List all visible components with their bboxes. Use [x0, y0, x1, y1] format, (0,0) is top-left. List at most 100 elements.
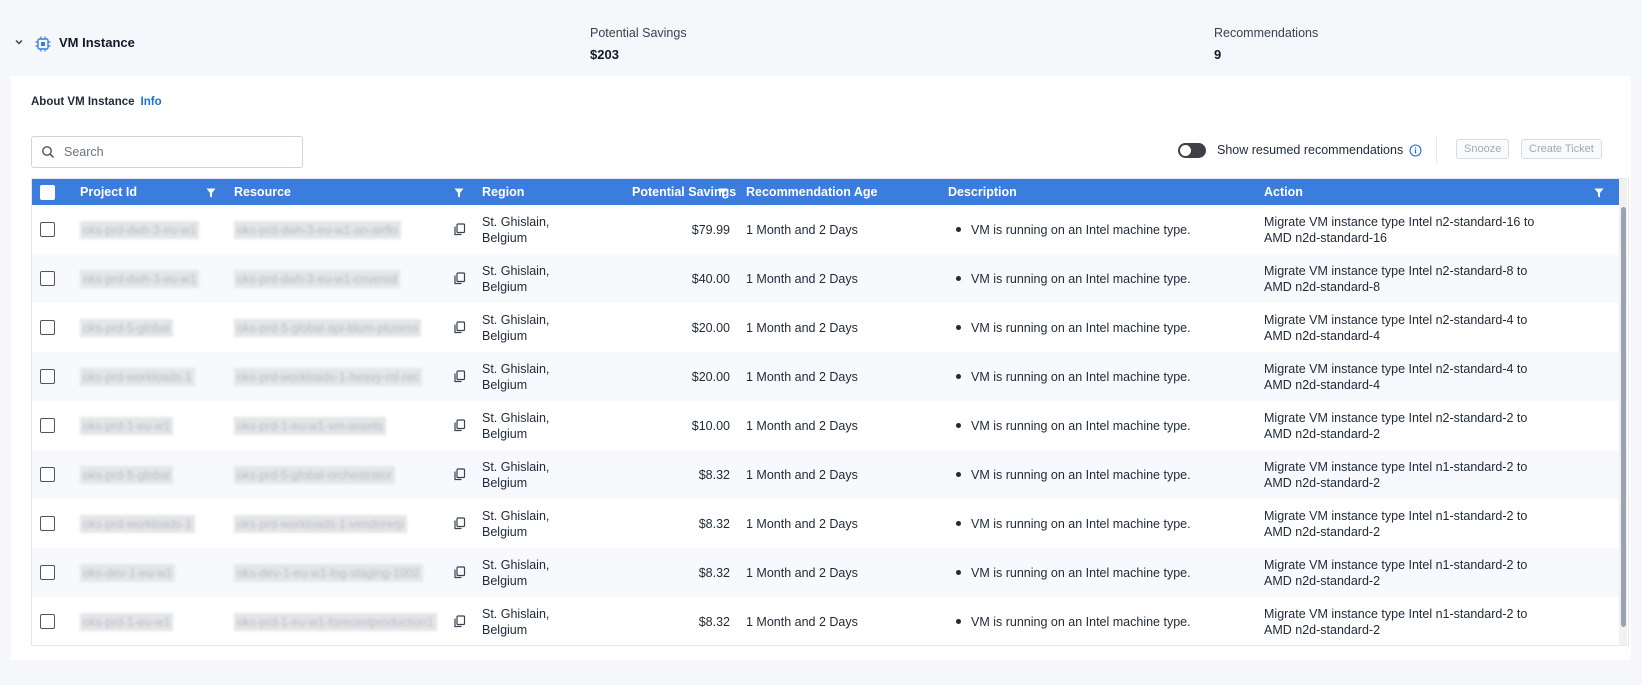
filter-icon[interactable] [1594, 187, 1604, 198]
potential-savings-cell: $8.32 [698, 565, 730, 580]
row-checkbox[interactable] [40, 467, 55, 483]
copy-icon[interactable] [453, 419, 466, 432]
action-line-1: Migrate VM instance type Intel n2-standa… [1264, 361, 1528, 376]
action-line-2: AMD n2d-standard-8 [1264, 279, 1381, 294]
select-all-checkbox[interactable] [40, 184, 55, 200]
info-link[interactable]: Info [141, 96, 162, 108]
search-input[interactable] [62, 141, 292, 163]
action-line-1: Migrate VM instance type Intel n2-standa… [1264, 214, 1535, 229]
region-line-1: St. Ghislain, [482, 410, 550, 425]
filter-icon[interactable] [718, 187, 728, 198]
info-icon[interactable] [1409, 144, 1422, 157]
copy-icon[interactable] [453, 517, 466, 530]
resource-value[interactable]: oks-prd-5-global-orchestrator [234, 465, 395, 484]
project-id-value[interactable]: oks-dev-1-eu-w1 [80, 563, 176, 582]
vertical-scrollbar-thumb[interactable] [1621, 207, 1626, 627]
action-cell: Migrate VM instance type Intel n2-standa… [1256, 303, 1620, 352]
action-line-2: AMD n2d-standard-4 [1264, 328, 1381, 343]
row-checkbox[interactable] [40, 271, 55, 287]
copy-icon[interactable] [453, 272, 466, 285]
resource-cell: oks-prd-1-eu-w1-vm-assets [226, 401, 474, 450]
action-cell: Migrate VM instance type Intel n2-standa… [1256, 205, 1620, 254]
description-cell: VM is running on an Intel machine type. [940, 548, 1256, 597]
search-icon [41, 145, 55, 159]
column-header-region[interactable]: Region [474, 179, 624, 205]
filter-icon[interactable] [454, 187, 464, 198]
chevron-down-icon[interactable] [12, 35, 26, 49]
column-header-resource[interactable]: Resource [226, 179, 474, 205]
group-title: VM Instance [59, 35, 135, 50]
show-resumed-toggle[interactable] [1178, 143, 1206, 158]
column-header-potential-savings[interactable]: Potential Savings [624, 179, 738, 205]
row-checkbox[interactable] [40, 320, 55, 336]
project-id-value[interactable]: oks-prd-5-global [80, 318, 173, 337]
row-checkbox[interactable] [40, 369, 55, 385]
region-cell: St. Ghislain, Belgium [474, 597, 624, 645]
resource-value[interactable]: oks-prd-1-eu-w1-forecastproduction1 [234, 612, 437, 631]
column-header-description[interactable]: Description [940, 179, 1256, 205]
project-id-value[interactable]: oks-prd-1-eu-w1 [80, 416, 174, 435]
resource-value[interactable]: oks-prd-1-eu-w1-vm-assets [234, 416, 387, 435]
stat-value: $203 [590, 47, 619, 62]
table-row[interactable]: oks-prd-5-global oks-prd-5-global-api-bl… [32, 303, 1620, 352]
row-checkbox[interactable] [40, 222, 55, 238]
action-line-1: Migrate VM instance type Intel n1-standa… [1264, 606, 1528, 621]
resource-value[interactable]: oks-prd-5-global-api-blum-plusess [234, 318, 422, 337]
table-row[interactable]: oks-dev-1-eu-w1 oks-dev-1-eu-w1-log-stag… [32, 548, 1620, 597]
snooze-button[interactable]: Snooze [1456, 139, 1510, 159]
bullet-icon [956, 423, 961, 428]
description-text: VM is running on an Intel machine type. [971, 271, 1191, 286]
action-cell: Migrate VM instance type Intel n2-standa… [1256, 352, 1620, 401]
copy-icon[interactable] [453, 223, 466, 236]
recommendation-age-cell: 1 Month and 2 Days [746, 516, 858, 531]
action-line-2: AMD n2d-standard-2 [1264, 426, 1381, 441]
table-row[interactable]: oks-prd-dwh-3-eu-w1 oks-prd-dwh-3-eu-w1-… [32, 205, 1620, 254]
project-id-value[interactable]: oks-prd-1-eu-w1 [80, 612, 174, 631]
description-cell: VM is running on an Intel machine type. [940, 499, 1256, 548]
table-row[interactable]: oks-prd-workloads-1 oks-prd-workloads-1-… [32, 499, 1620, 548]
column-header-recommendation-age[interactable]: Recommendation Age [738, 179, 940, 205]
copy-icon[interactable] [453, 370, 466, 383]
action-line-1: Migrate VM instance type Intel n1-standa… [1264, 557, 1528, 572]
about-section: About VM Instance Info [31, 96, 162, 108]
project-id-value[interactable]: oks-prd-dwh-3-eu-w1 [80, 220, 200, 239]
column-header-project-id[interactable]: Project Id [72, 179, 226, 205]
filter-icon[interactable] [206, 187, 216, 198]
table-row[interactable]: oks-prd-dwh-3-eu-w1 oks-prd-dwh-3-eu-w1-… [32, 254, 1620, 303]
resource-value[interactable]: oks-prd-workloads-1-vendorerp [234, 514, 407, 533]
action-line-2: AMD n2d-standard-2 [1264, 475, 1381, 490]
project-id-value[interactable]: oks-prd-workloads-1 [80, 367, 195, 386]
resource-cell: oks-prd-workloads-1-heavy-ml-rec [226, 352, 474, 401]
copy-icon[interactable] [453, 566, 466, 579]
toggle-knob [1180, 145, 1191, 156]
table-row[interactable]: oks-prd-1-eu-w1 oks-prd-1-eu-w1-vm-asset… [32, 401, 1620, 450]
table-row[interactable]: oks-prd-workloads-1 oks-prd-workloads-1-… [32, 352, 1620, 401]
table-row[interactable]: oks-prd-5-global oks-prd-5-global-orches… [32, 450, 1620, 499]
row-checkbox[interactable] [40, 516, 55, 532]
row-checkbox[interactable] [40, 565, 55, 581]
description-cell: VM is running on an Intel machine type. [940, 205, 1256, 254]
table-row[interactable]: oks-prd-1-eu-w1 oks-prd-1-eu-w1-forecast… [32, 597, 1620, 645]
project-id-value[interactable]: oks-prd-dwh-3-eu-w1 [80, 269, 200, 288]
copy-icon[interactable] [453, 615, 466, 628]
toolbar-divider [1436, 137, 1437, 163]
description-cell: VM is running on an Intel machine type. [940, 254, 1256, 303]
region-line-1: St. Ghislain, [482, 361, 550, 376]
resource-value[interactable]: oks-dev-1-eu-w1-log-staging-1002 [234, 563, 423, 582]
row-checkbox[interactable] [40, 418, 55, 434]
create-ticket-button[interactable]: Create Ticket [1521, 139, 1602, 159]
project-id-cell: oks-prd-1-eu-w1 [72, 401, 226, 450]
action-line-2: AMD n2d-standard-16 [1264, 230, 1387, 245]
project-id-value[interactable]: oks-prd-5-global [80, 465, 173, 484]
project-id-value[interactable]: oks-prd-workloads-1 [80, 514, 195, 533]
bullet-icon [956, 227, 961, 232]
resource-value[interactable]: oks-prd-dwh-3-eu-w1-covered [234, 269, 401, 288]
potential-savings-stat: Potential Savings $203 [590, 26, 687, 62]
row-checkbox[interactable] [40, 614, 55, 630]
recommendations-card: About VM Instance Info Show resumed recom… [11, 76, 1631, 660]
column-header-action[interactable]: Action [1256, 179, 1620, 205]
copy-icon[interactable] [453, 468, 466, 481]
resource-value[interactable]: oks-prd-dwh-3-eu-w1-ao-airflo [234, 220, 401, 239]
copy-icon[interactable] [453, 321, 466, 334]
resource-value[interactable]: oks-prd-workloads-1-heavy-ml-rec [234, 367, 423, 386]
